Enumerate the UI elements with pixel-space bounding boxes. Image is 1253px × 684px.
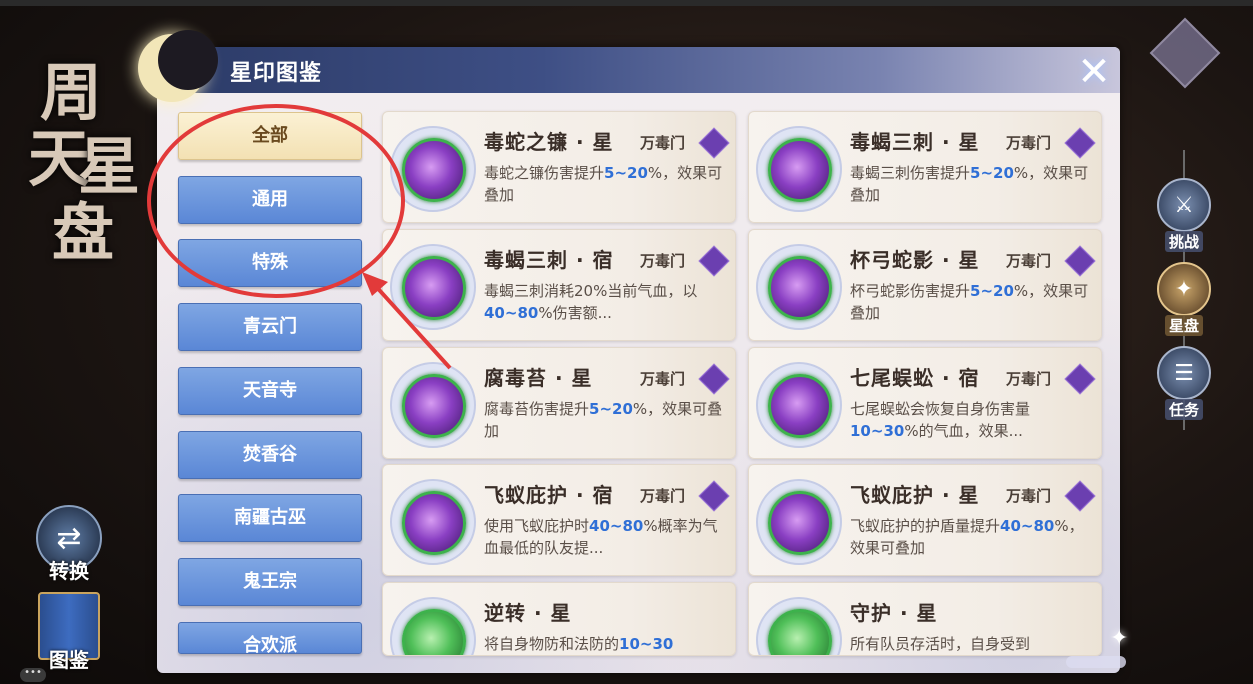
annotation-arrow-icon <box>362 272 452 370</box>
